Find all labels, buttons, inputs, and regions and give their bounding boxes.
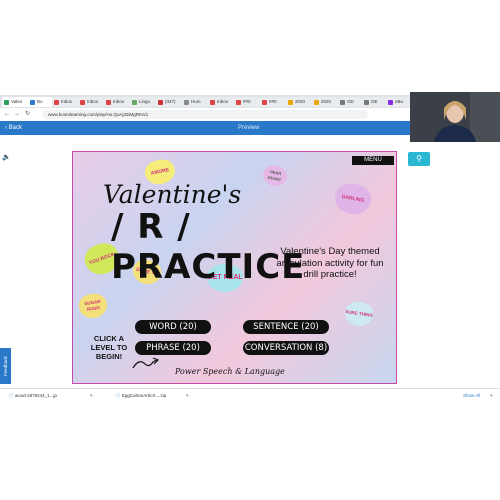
feedback-tab[interactable]: Feedback	[0, 348, 11, 384]
tab-label: ##0	[269, 99, 277, 104]
curly-arrow-icon	[132, 357, 160, 369]
tab-label: Inbox	[61, 99, 73, 104]
heart-candy: SURE THING	[343, 300, 375, 328]
tab-favicon-icon	[80, 99, 85, 105]
close-icon[interactable]: ×	[490, 391, 493, 401]
tab-favicon-icon	[262, 99, 267, 105]
tab-label: eBu	[395, 99, 404, 104]
download-label: EggCartonArticS....zip	[121, 393, 167, 398]
tab-favicon-icon	[210, 99, 215, 105]
tab-label: OD	[347, 99, 354, 104]
word-level-button[interactable]: WORD (20)	[135, 320, 211, 334]
tab-favicon-icon	[340, 99, 345, 105]
tab-label: Lingu	[139, 99, 151, 104]
tab-label: Inbox	[113, 99, 125, 104]
show-all-button[interactable]: Show All	[463, 391, 480, 401]
webcam-video	[410, 92, 500, 142]
tab-favicon-icon	[132, 99, 137, 105]
sentence-level-button[interactable]: SENTENCE (20)	[243, 320, 329, 334]
download-bar: 📄 wood-2879244_1...jp ˄ 📄 EggCartonArtic…	[0, 388, 500, 403]
subtitle: Valentine's Day themed articulation acti…	[276, 246, 384, 280]
tab-favicon-icon	[388, 99, 393, 105]
menu-button[interactable]: MENU	[352, 156, 394, 165]
tab-favicon-icon	[288, 99, 293, 105]
tab-favicon-icon	[158, 99, 163, 105]
zoom-search-button[interactable]: ⚲	[408, 152, 430, 166]
back-label: Back	[8, 125, 23, 131]
back-arrow-icon[interactable]: ←	[4, 110, 10, 119]
tab-favicon-icon	[54, 99, 59, 105]
chevron-left-icon: ‹	[5, 125, 7, 131]
download-chevron-icon[interactable]: ˄	[90, 391, 93, 401]
forward-arrow-icon[interactable]: →	[14, 110, 20, 119]
back-button[interactable]: ‹ Back	[5, 121, 22, 135]
tab-label: Inbox	[87, 99, 99, 104]
tab-favicon-icon	[30, 99, 35, 105]
tab-label: Inbox	[217, 99, 229, 104]
tab-label: Valen	[11, 99, 23, 104]
tab-label: OE	[371, 99, 378, 104]
url-field[interactable]: www.boomlearning.com/play/Ho.QoAj33iMgRK…	[42, 110, 368, 119]
tab-label: Hum	[191, 99, 201, 104]
file-icon: 📄	[115, 393, 121, 398]
heart-candy: SUGAR RUSH	[77, 292, 109, 320]
title-line-1: Valentine's	[103, 180, 242, 209]
search-icon: ⚲	[416, 154, 422, 163]
page-title: Preview	[238, 125, 260, 131]
speaker-icon[interactable]: 🔈	[2, 153, 11, 161]
tab-label: 2020	[321, 99, 332, 104]
tab-favicon-icon	[236, 99, 241, 105]
download-chevron-icon[interactable]: ˄	[186, 391, 189, 401]
conversation-level-button[interactable]: CONVERSATION (8)	[243, 341, 329, 355]
activity-slide: MENU AMORE DEAR HEART DARLING YOU ROCK D…	[72, 151, 397, 384]
download-label: wood-2879244_1...jp	[14, 393, 57, 398]
tab-favicon-icon	[314, 99, 319, 105]
reload-icon[interactable]: ↻	[25, 110, 30, 119]
file-icon: 📄	[8, 393, 14, 398]
download-item[interactable]: 📄 wood-2879244_1...jp	[8, 391, 57, 401]
tab-favicon-icon	[4, 99, 9, 105]
tab-favicon-icon	[364, 99, 369, 105]
phrase-level-button[interactable]: PHRASE (20)	[135, 341, 211, 355]
instruction-text: CLICK A LEVEL TO BEGIN!	[90, 334, 128, 361]
tab-label: Bo	[37, 99, 43, 104]
tab-label: ##0	[243, 99, 251, 104]
heart-candy: DEAR HEART	[261, 163, 289, 189]
tab-favicon-icon	[184, 99, 189, 105]
tab-favicon-icon	[106, 99, 111, 105]
brand-text: Power Speech & Language	[175, 367, 285, 376]
download-item[interactable]: 📄 EggCartonArticS....zip	[115, 391, 166, 401]
tab-label: 2020	[295, 99, 306, 104]
tab-label: (347)	[165, 99, 176, 104]
presenter-video-icon	[410, 92, 500, 142]
